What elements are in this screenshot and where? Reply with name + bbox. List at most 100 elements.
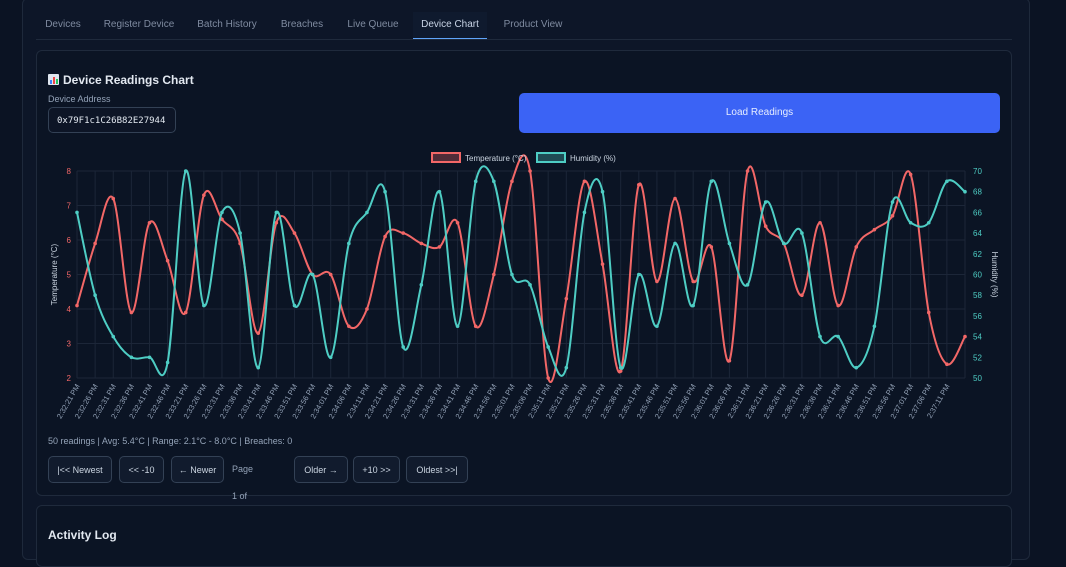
data-point bbox=[582, 210, 587, 215]
data-point bbox=[165, 258, 170, 263]
legend-label-temperature: Temperature (°C) bbox=[465, 154, 527, 163]
y-tick-label: 7 bbox=[67, 202, 72, 211]
data-point bbox=[727, 358, 732, 363]
readings-chart: 23456785052545658606264666870Temperature… bbox=[50, 152, 999, 420]
data-point bbox=[437, 245, 442, 249]
data-point bbox=[473, 179, 478, 184]
y-tick-label: 8 bbox=[67, 167, 72, 176]
data-point bbox=[455, 324, 460, 329]
data-point bbox=[691, 303, 695, 308]
data-point bbox=[75, 210, 79, 215]
data-point bbox=[945, 179, 949, 184]
data-point bbox=[473, 324, 478, 329]
data-point bbox=[781, 241, 786, 246]
data-point bbox=[963, 334, 967, 339]
data-point bbox=[600, 189, 605, 194]
tab-bar: Devices Register Device Batch History Br… bbox=[36, 12, 1012, 40]
data-point bbox=[383, 234, 387, 239]
data-point bbox=[600, 262, 605, 266]
data-point bbox=[890, 214, 895, 218]
data-point bbox=[709, 245, 714, 249]
data-point bbox=[455, 220, 460, 225]
newest-button[interactable]: |<< Newest bbox=[48, 456, 112, 483]
data-point bbox=[546, 345, 550, 349]
data-point bbox=[636, 272, 641, 277]
y-tick-label: 3 bbox=[67, 340, 72, 349]
tab-batch-history[interactable]: Batch History bbox=[190, 12, 264, 38]
tab-register-device[interactable]: Register Device bbox=[96, 12, 182, 38]
series-line-humidity bbox=[76, 165, 966, 377]
y2-tick-label: 56 bbox=[973, 312, 982, 321]
tab-product-view[interactable]: Product View bbox=[496, 12, 570, 38]
data-point bbox=[745, 283, 750, 287]
data-point bbox=[926, 220, 931, 225]
data-point bbox=[129, 310, 134, 315]
legend-label-humidity: Humidity (%) bbox=[570, 154, 616, 163]
newer-button[interactable]: ← Newer bbox=[171, 456, 224, 483]
data-point bbox=[274, 210, 279, 215]
data-point bbox=[165, 360, 170, 365]
data-point bbox=[528, 169, 532, 173]
forward-10-button[interactable]: +10 >> bbox=[353, 456, 400, 483]
data-point bbox=[872, 324, 877, 329]
data-point bbox=[238, 231, 242, 235]
chart-card-title: Device Readings Chart bbox=[48, 73, 194, 87]
data-point bbox=[908, 220, 913, 225]
data-point bbox=[93, 293, 97, 297]
data-point bbox=[836, 303, 840, 308]
data-point bbox=[147, 355, 152, 360]
data-point bbox=[528, 283, 532, 287]
data-point bbox=[256, 365, 261, 370]
data-point bbox=[183, 310, 188, 315]
readings-stats: 50 readings | Avg: 5.4°C | Range: 2.1°C … bbox=[48, 436, 293, 446]
data-point bbox=[365, 307, 369, 311]
data-point bbox=[800, 293, 804, 297]
bar-chart-icon bbox=[48, 74, 59, 85]
data-point bbox=[926, 310, 931, 315]
data-point bbox=[292, 231, 297, 235]
device-address-input[interactable]: 0x79F1c1C26B82E27944 bbox=[48, 107, 176, 133]
tab-breaches[interactable]: Breaches bbox=[276, 12, 328, 38]
tab-live-queue[interactable]: Live Queue bbox=[341, 12, 405, 38]
data-point bbox=[365, 210, 369, 215]
data-point bbox=[564, 365, 569, 370]
y2-tick-label: 54 bbox=[973, 333, 982, 342]
y2-tick-label: 50 bbox=[973, 374, 982, 383]
data-point bbox=[510, 179, 514, 184]
y2-tick-label: 64 bbox=[973, 229, 982, 238]
legend-swatch-temperature bbox=[431, 152, 461, 163]
data-point bbox=[401, 231, 406, 235]
data-point bbox=[202, 303, 206, 308]
data-point bbox=[763, 200, 768, 204]
older-button[interactable]: Older → bbox=[294, 456, 348, 483]
data-point bbox=[93, 241, 97, 246]
data-point bbox=[202, 193, 206, 197]
device-address-label: Device Address bbox=[48, 94, 111, 104]
tab-devices[interactable]: Devices bbox=[36, 12, 90, 38]
data-point bbox=[691, 279, 695, 284]
data-point bbox=[111, 196, 116, 201]
back-10-button[interactable]: << -10 bbox=[119, 456, 164, 483]
data-point bbox=[673, 196, 677, 201]
data-point bbox=[963, 189, 967, 194]
y2-tick-label: 66 bbox=[973, 208, 982, 217]
activity-log-card: Activity Log bbox=[36, 505, 1012, 567]
data-point bbox=[872, 227, 877, 232]
y2-tick-label: 68 bbox=[973, 188, 982, 197]
data-point bbox=[709, 179, 714, 184]
tab-device-chart[interactable]: Device Chart bbox=[413, 12, 487, 39]
y-tick-label: 6 bbox=[67, 236, 72, 245]
data-point bbox=[890, 200, 895, 204]
data-point bbox=[510, 272, 514, 277]
y-tick-label: 4 bbox=[67, 305, 72, 314]
data-point bbox=[564, 296, 569, 301]
load-readings-button[interactable]: Load Readings bbox=[519, 93, 1000, 133]
series-line-temperature bbox=[76, 154, 966, 383]
data-point bbox=[256, 331, 261, 335]
data-point bbox=[111, 334, 116, 339]
data-point bbox=[328, 272, 333, 277]
data-point bbox=[854, 245, 859, 249]
data-point bbox=[147, 220, 152, 225]
data-point bbox=[492, 272, 496, 277]
oldest-button[interactable]: Oldest >>| bbox=[406, 456, 468, 483]
